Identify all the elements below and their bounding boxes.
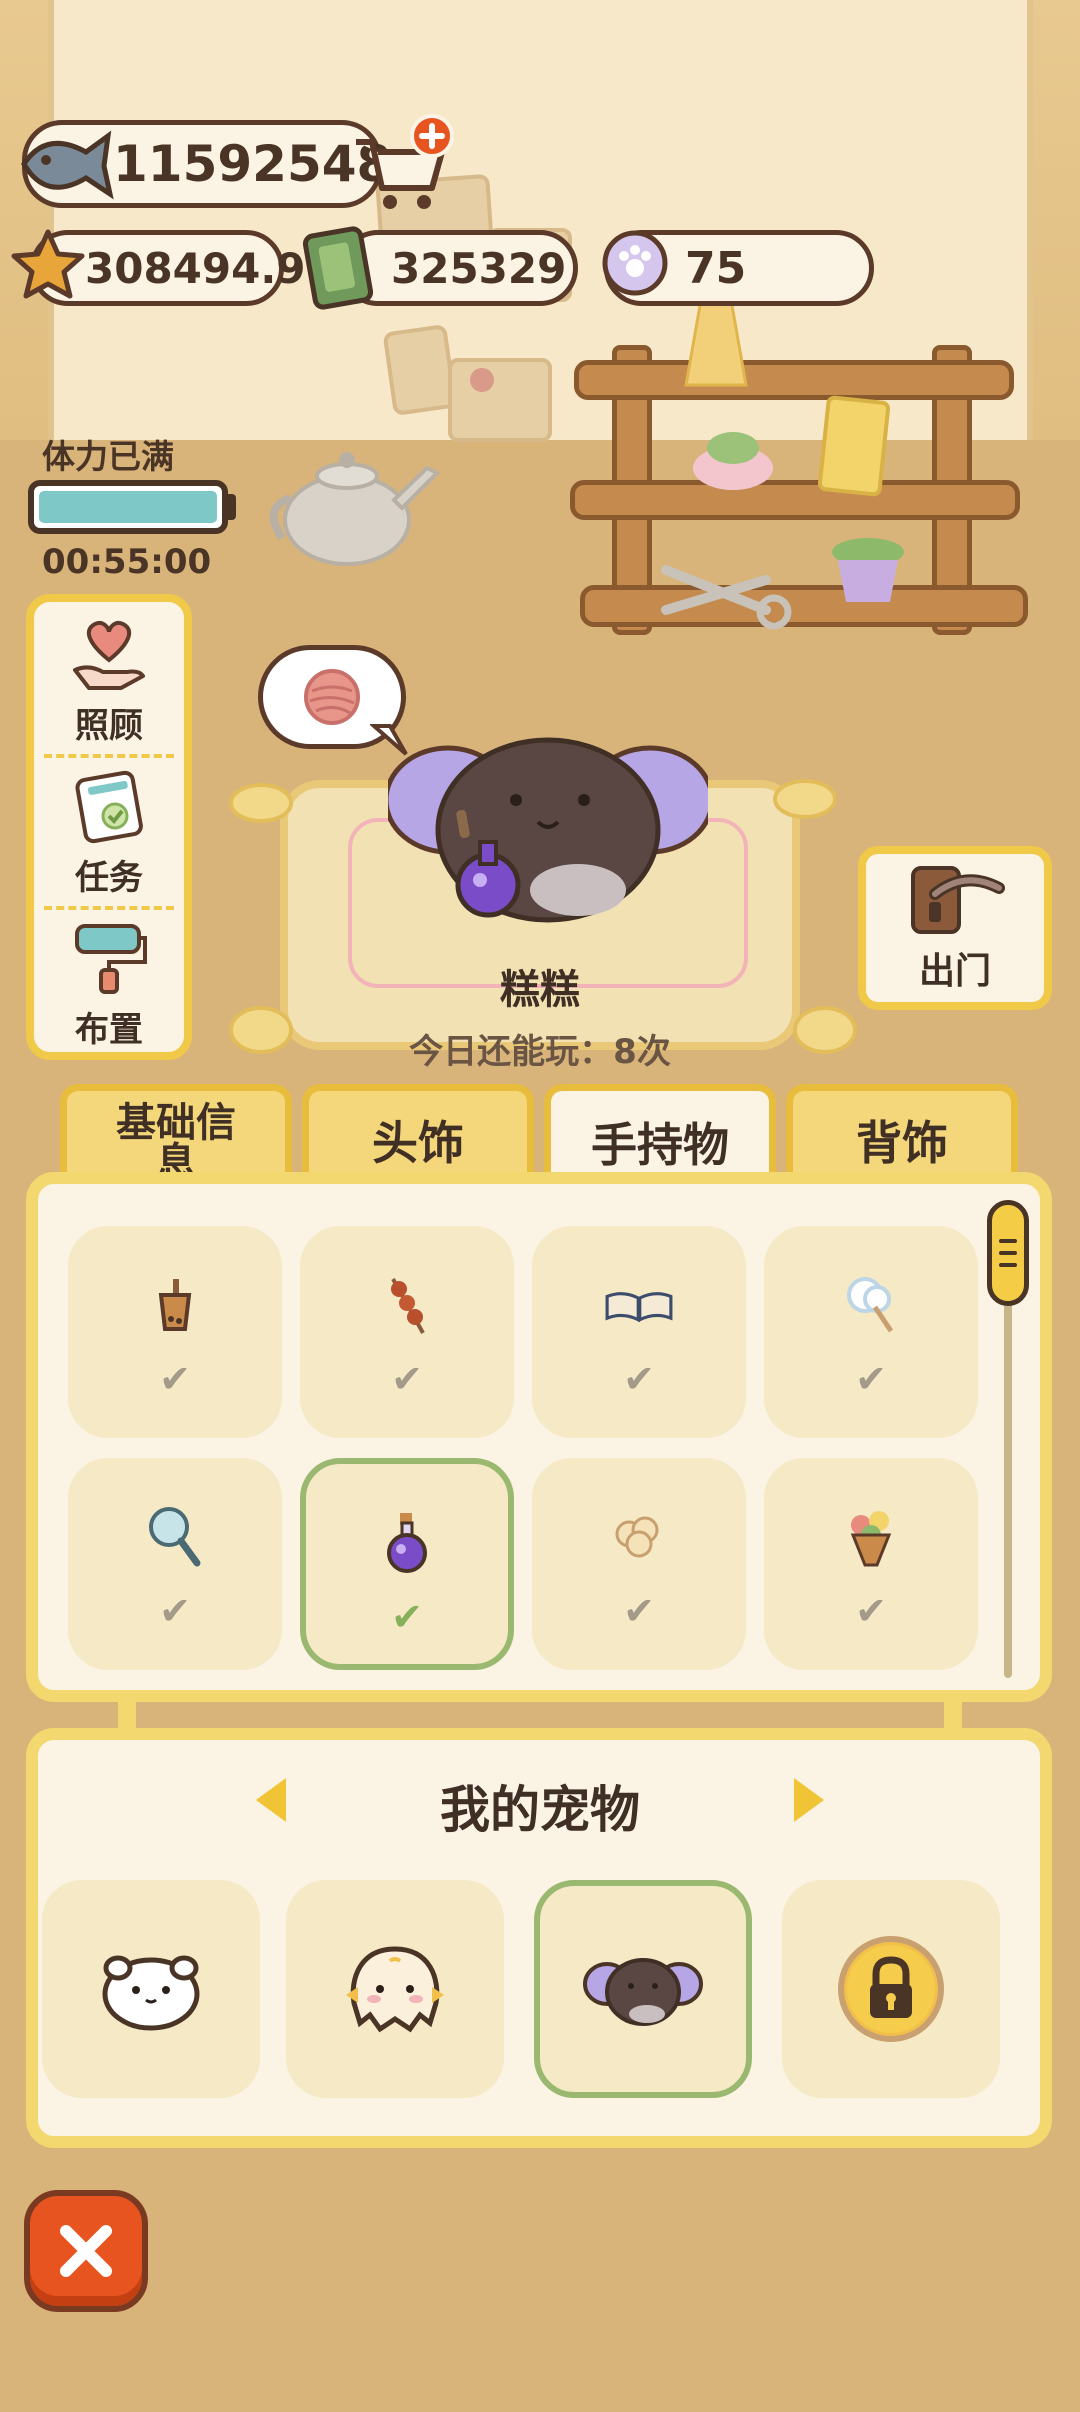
side-divider [44,754,174,758]
star-icon [11,229,85,299]
tab-label: 手持物 [591,1117,729,1172]
popcorn-icon [604,1502,674,1572]
book-decoration [818,395,891,497]
go-out-button[interactable]: 出门 [858,846,1052,1010]
shop-cart-icon[interactable] [348,114,458,214]
bouquet-icon [836,1502,906,1572]
scrollbar-track[interactable] [1004,1250,1012,1678]
kettle-decoration [269,452,441,566]
close-icon [60,2225,112,2277]
side-item-care[interactable]: 照顾 [34,614,184,764]
potion-bottle-icon [372,1508,442,1578]
pet-slot[interactable] [534,1880,752,2098]
scissors-decoration [661,565,792,630]
yarn-ball-icon [304,669,360,725]
fish-icon [21,130,114,200]
door-handle-icon [911,866,1005,934]
task-list-icon [75,770,143,844]
paw-coin-icon [602,230,668,296]
item-slot[interactable]: ✔ [532,1458,746,1670]
item-slot[interactable]: ✔ [68,1226,282,1438]
heart-hand-icon [73,621,145,690]
elephant-icon [583,1958,703,2026]
stamina-timer: 00:55:00 [42,542,212,582]
side-item-label: 任务 [75,858,143,898]
side-item-tasks[interactable]: 任务 [34,766,184,916]
skewer-icon [372,1270,442,1340]
equipped-check-icon: ✔ [391,1595,423,1639]
my-pets-title: 我的宠物 [440,1781,640,1839]
tab-label: 头饰 [372,1115,464,1170]
cash-icon [302,226,374,310]
pet-slot[interactable] [42,1880,260,2098]
pet-play-count: 今日还能玩：8次 [409,1032,671,1072]
owned-check-icon: ✔ [855,1357,887,1401]
plant-pot-decoration [832,538,904,602]
battery-tip [226,494,236,520]
owned-check-icon: ✔ [855,1589,887,1633]
cream-chick-icon [346,1946,444,2033]
cushion-tassel-tr [773,779,837,819]
item-slot[interactable]: ✔ [300,1226,514,1438]
bubble-tea-icon [140,1270,210,1340]
stamina-status: 体力已满 [42,437,174,476]
stamina-fill [39,491,217,523]
hand-mirror-icon [140,1502,210,1572]
open-book-icon [604,1270,674,1340]
item-slot[interactable]: ✔ [764,1458,978,1670]
pet-slot-locked[interactable] [782,1880,1000,2098]
stamina-battery [28,480,228,534]
tab-label: 基础信 息 [116,1099,236,1186]
elephant-pet[interactable] [388,730,708,930]
item-slot[interactable]: ✔ [300,1458,514,1670]
item-slot[interactable]: ✔ [764,1226,978,1438]
lamp-decoration [684,300,748,387]
close-button[interactable] [24,2190,148,2312]
owned-check-icon: ✔ [159,1589,191,1633]
owned-check-icon: ✔ [159,1357,191,1401]
owned-check-icon: ✔ [623,1589,655,1633]
scrollbar-thumb[interactable] [987,1200,1029,1306]
go-out-label: 出门 [918,951,991,992]
cotton-candy-icon [836,1270,906,1340]
cash-currency-value: 325329 [391,243,567,293]
side-divider [44,906,174,910]
paw-currency-value: 75 [685,242,747,294]
lock-icon [838,1936,944,2042]
item-slot[interactable]: ✔ [532,1226,746,1438]
white-seal-icon [102,1955,200,2031]
owned-check-icon: ✔ [391,1357,423,1401]
pet-slot[interactable] [286,1880,504,2098]
owned-check-icon: ✔ [623,1357,655,1401]
item-slot[interactable]: ✔ [68,1458,282,1670]
tab-label: 背饰 [856,1115,948,1170]
next-arrow-icon[interactable] [794,1778,824,1822]
side-item-label: 照顾 [75,706,143,746]
cake-decoration [693,432,773,490]
cushion-tassel-tl [229,783,293,823]
star-currency-value: 308494.9 [85,243,306,293]
